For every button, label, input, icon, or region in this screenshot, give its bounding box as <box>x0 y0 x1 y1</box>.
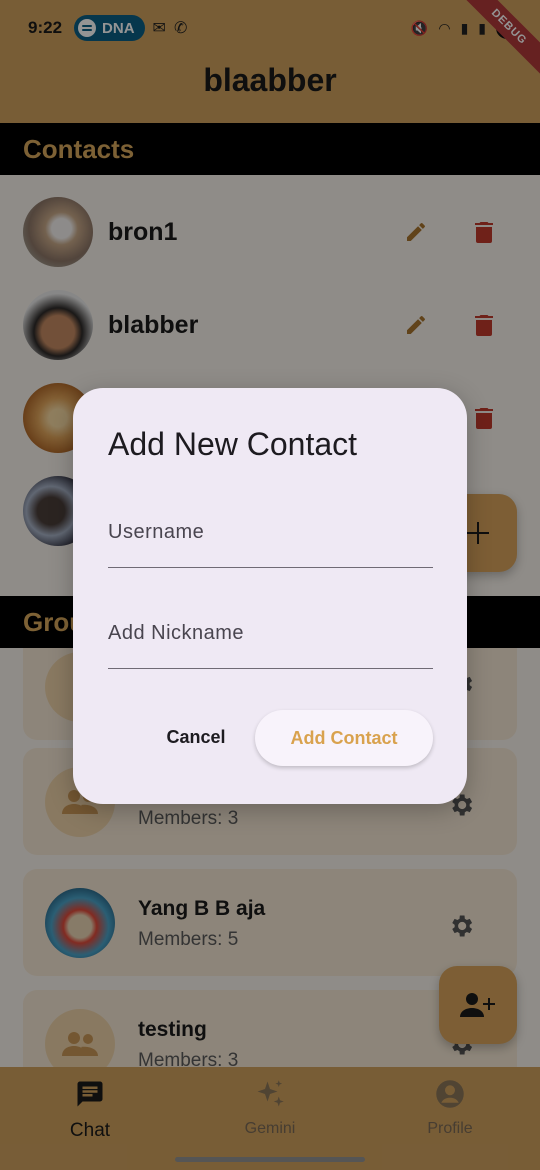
username-input[interactable] <box>108 508 433 567</box>
add-contact-button[interactable]: Add Contact <box>255 710 433 766</box>
add-contact-dialog: Add New Contact Cancel Add Contact <box>73 388 467 804</box>
nickname-input[interactable] <box>108 609 433 668</box>
nickname-field <box>108 609 433 669</box>
app-root: 9:22 DNA ✉ ✆ 🔇 ◠ ▮ ▮ DEBUG blaabber Cont… <box>0 0 540 1170</box>
username-field <box>108 508 433 568</box>
home-indicator[interactable] <box>175 1157 365 1162</box>
dialog-title: Add New Contact <box>108 426 358 462</box>
cancel-button[interactable]: Cancel <box>151 712 241 762</box>
